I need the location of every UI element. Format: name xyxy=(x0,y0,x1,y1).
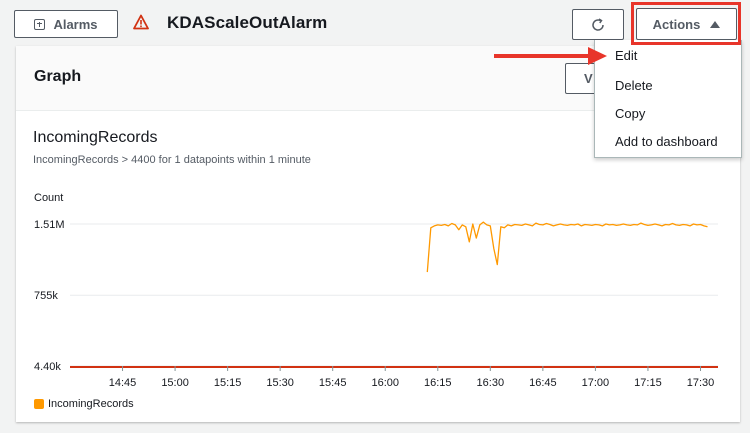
arrow-annotation xyxy=(494,47,607,65)
x-tick-label: 15:30 xyxy=(266,377,294,389)
x-tick-label: 17:15 xyxy=(634,377,662,389)
x-tick-label: 17:30 xyxy=(687,377,715,389)
y-tick-label: 1.51M xyxy=(34,219,65,231)
menu-item-copy[interactable]: Copy xyxy=(615,106,645,121)
x-tick-label: 16:15 xyxy=(424,377,452,389)
x-tick-label: 14:45 xyxy=(109,377,137,389)
actions-menu: Edit Delete Copy Add to dashboard xyxy=(594,40,742,158)
x-tick-label: 15:00 xyxy=(161,377,189,389)
y-tick-label: 755k xyxy=(34,290,58,302)
actions-button[interactable]: Actions xyxy=(636,8,737,40)
x-tick-label: 16:30 xyxy=(477,377,505,389)
menu-item-edit[interactable]: Edit xyxy=(615,48,637,63)
caret-up-icon xyxy=(710,20,721,28)
x-tick-label: 16:00 xyxy=(371,377,399,389)
y-tick-label: 4.40k xyxy=(34,361,61,373)
y-axis-label: Count xyxy=(34,192,63,204)
series-line-incomingrecords xyxy=(426,221,708,273)
actions-button-label: Actions xyxy=(652,16,701,32)
x-tick-label: 15:15 xyxy=(214,377,242,389)
x-tick-label: 15:45 xyxy=(319,377,347,389)
legend-swatch xyxy=(34,399,44,409)
menu-item-add-to-dashboard[interactable]: Add to dashboard xyxy=(615,134,718,149)
menu-item-delete[interactable]: Delete xyxy=(615,78,653,93)
legend-label[interactable]: IncomingRecords xyxy=(48,398,134,410)
x-tick-label: 16:45 xyxy=(529,377,557,389)
x-tick-label: 17:00 xyxy=(582,377,610,389)
